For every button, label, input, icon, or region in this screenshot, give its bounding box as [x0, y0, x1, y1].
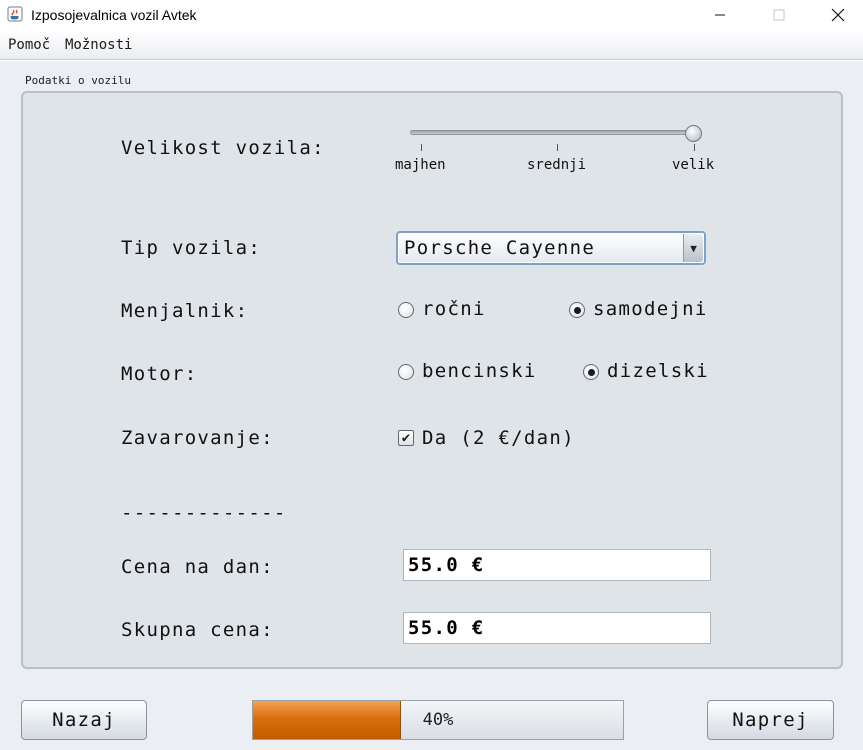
progress-bar: 40% — [252, 700, 624, 740]
radio-samodejni[interactable] — [569, 302, 585, 318]
size-slider-track[interactable] — [410, 130, 696, 135]
menu-moznosti[interactable]: Možnosti — [65, 37, 132, 53]
vehicle-type-select[interactable]: Porsche Cayenne ▼ — [396, 231, 706, 265]
price-per-day-label: Cena na dan: — [121, 556, 274, 578]
back-button[interactable]: Nazaj — [21, 700, 147, 740]
vehicle-type-value: Porsche Cayenne — [404, 237, 596, 259]
radio-dizelski-label[interactable]: dizelski — [607, 360, 709, 382]
slider-tick-majhen — [421, 144, 422, 151]
slider-label-velik: velik — [672, 157, 715, 173]
slider-tick-srednji — [557, 144, 558, 151]
insurance-label: Zavarovanje: — [121, 427, 274, 449]
group-title: Podatki o vozilu — [25, 74, 131, 87]
slider-label-srednji: srednji — [527, 157, 587, 173]
title-bar: Izposojevalnica vozil Avtek — [0, 0, 863, 32]
transmission-label: Menjalnik: — [121, 300, 249, 322]
price-per-day-field[interactable]: 55.0 € — [403, 549, 711, 581]
menu-bar: Pomoč Možnosti — [0, 32, 863, 60]
minimize-icon — [715, 14, 725, 16]
engine-label: Motor: — [121, 363, 198, 385]
next-button[interactable]: Naprej — [707, 700, 834, 740]
maximize-button[interactable] — [756, 0, 802, 30]
radio-rocni[interactable] — [398, 302, 414, 318]
total-price-value: 55.0 € — [408, 617, 485, 639]
radio-dizelski[interactable] — [583, 364, 599, 380]
radio-bencinski[interactable] — [398, 364, 414, 380]
radio-rocni-label[interactable]: ročni — [422, 298, 486, 320]
radio-samodejni-label[interactable]: samodejni — [593, 298, 708, 320]
close-icon — [831, 8, 845, 22]
chevron-down-icon: ▼ — [690, 241, 697, 255]
total-price-field[interactable]: 55.0 € — [403, 612, 711, 644]
progress-text: 40% — [422, 710, 454, 730]
size-slider-thumb[interactable] — [685, 125, 702, 142]
minimize-button[interactable] — [697, 0, 743, 30]
java-app-icon — [7, 6, 23, 22]
menu-pomoc[interactable]: Pomoč — [8, 37, 50, 53]
size-label: Velikost vozila: — [121, 137, 325, 159]
slider-label-majhen: majhen — [395, 157, 446, 173]
checkmark-icon: ✔ — [401, 430, 411, 446]
insurance-checkbox-label[interactable]: Da (2 €/dan) — [422, 427, 575, 449]
close-button[interactable] — [815, 0, 861, 30]
maximize-icon — [773, 9, 785, 21]
type-label: Tip vozila: — [121, 237, 262, 259]
combo-arrow-button[interactable]: ▼ — [683, 234, 703, 262]
separator-line: ------------- — [121, 502, 287, 524]
insurance-checkbox[interactable]: ✔ — [398, 430, 414, 446]
radio-bencinski-label[interactable]: bencinski — [422, 360, 537, 382]
price-per-day-value: 55.0 € — [408, 554, 485, 576]
total-price-label: Skupna cena: — [121, 619, 274, 641]
slider-tick-velik — [694, 144, 695, 151]
window-title: Izposojevalnica vozil Avtek — [31, 7, 197, 23]
